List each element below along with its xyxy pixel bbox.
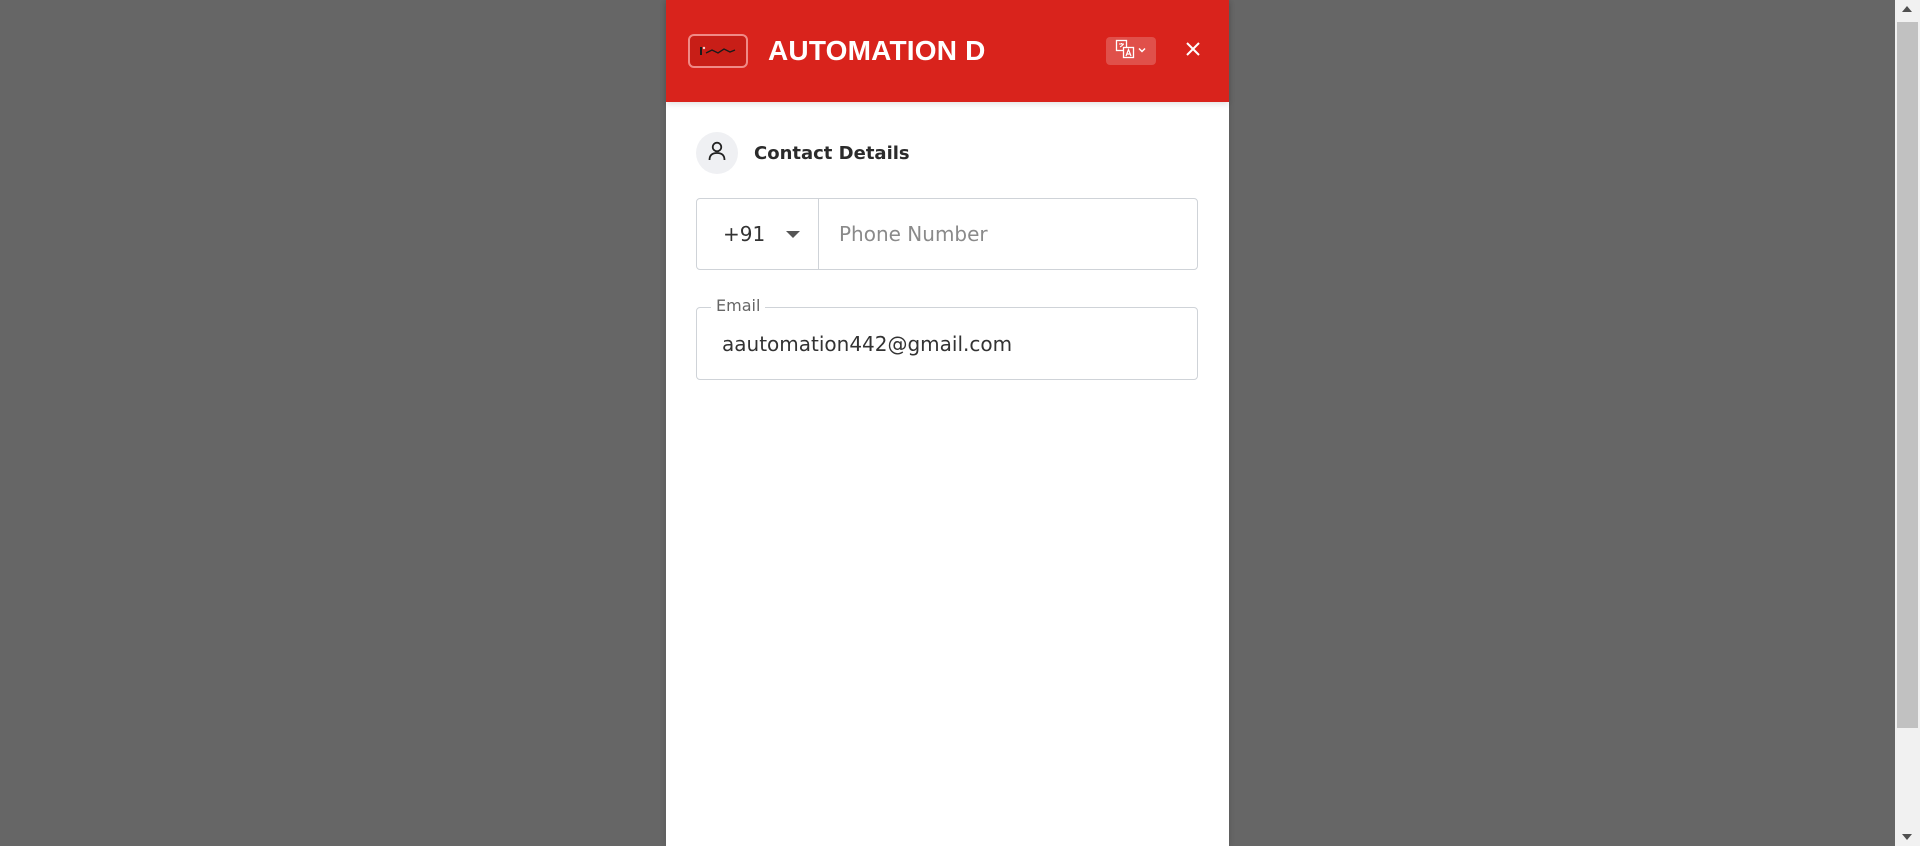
page-scrollbar[interactable]	[1895, 0, 1920, 846]
country-code-value: +91	[723, 222, 766, 246]
translate-icon	[1115, 39, 1135, 64]
user-icon	[706, 140, 728, 167]
scrollbar-thumb[interactable]	[1897, 22, 1918, 728]
email-input[interactable]	[697, 308, 1197, 379]
chevron-down-icon	[1137, 42, 1147, 60]
contact-details-header: Contact Details	[696, 132, 910, 174]
language-selector-button[interactable]	[1106, 37, 1156, 65]
phone-number-input[interactable]	[819, 199, 1197, 269]
country-code-select[interactable]: +91	[697, 199, 819, 269]
contact-panel: AUTOMATION D Contact Details +91 Phone N…	[666, 0, 1229, 846]
close-icon	[1185, 41, 1201, 62]
section-title: Contact Details	[754, 142, 910, 164]
brand-logo-icon	[688, 34, 748, 68]
avatar	[696, 132, 738, 174]
scroll-down-icon[interactable]	[1902, 834, 1912, 840]
email-field-group: Email	[696, 296, 1198, 380]
page-title: AUTOMATION D	[768, 35, 986, 66]
panel-header: AUTOMATION D	[666, 0, 1229, 102]
scroll-up-icon[interactable]	[1902, 6, 1912, 12]
phone-field-group: +91	[696, 198, 1198, 270]
email-label: Email	[711, 296, 766, 315]
caret-down-icon	[786, 231, 800, 238]
close-button[interactable]	[1180, 38, 1206, 64]
